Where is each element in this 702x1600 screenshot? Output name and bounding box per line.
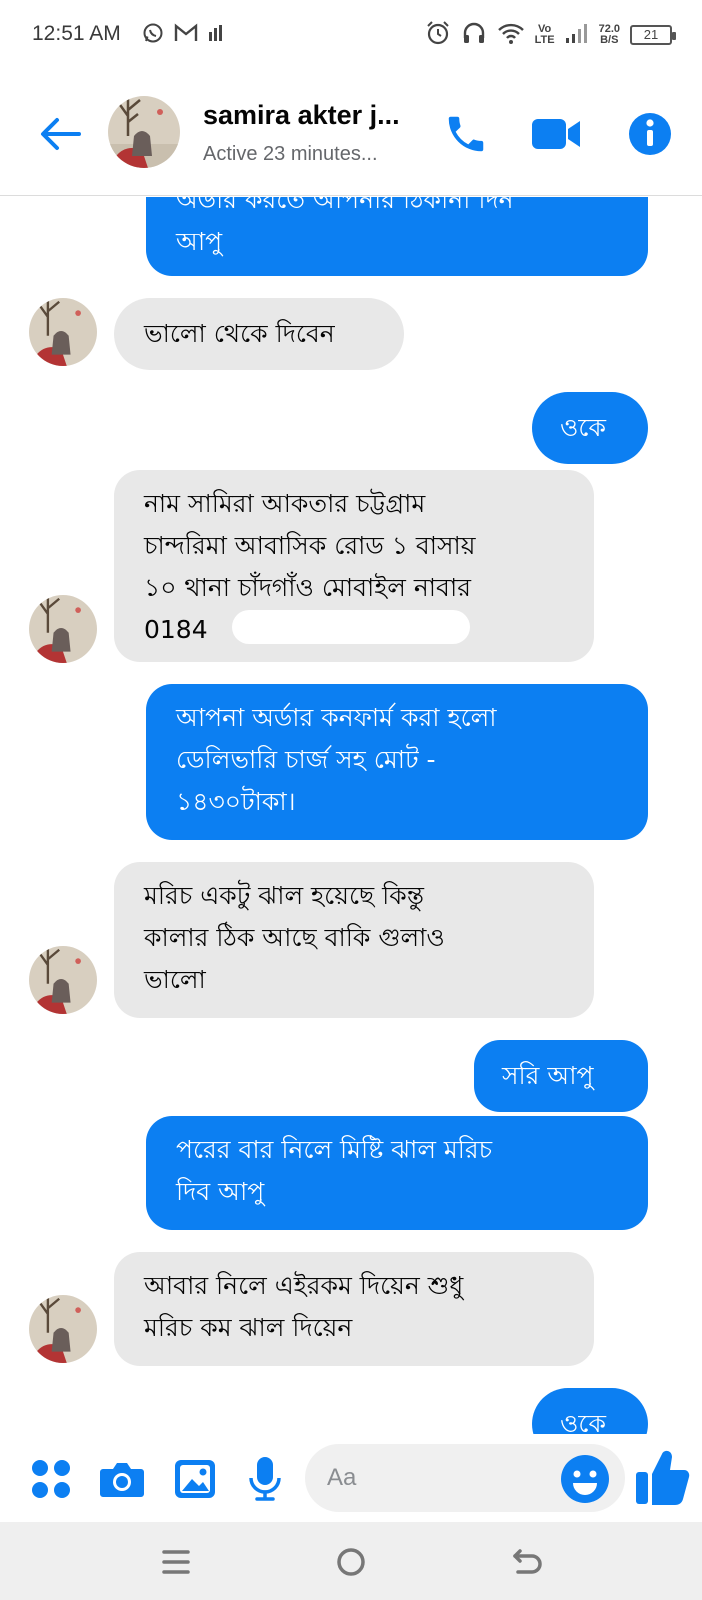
system-navigation-bar [0, 1522, 702, 1600]
home-icon[interactable] [327, 1538, 375, 1586]
status-bar: 12:51 AM Vo LTE 72.0 B/S 21 [0, 0, 702, 70]
message-composer [0, 1434, 702, 1522]
message-bubble-outgoing[interactable]: ওকে [532, 392, 648, 464]
message-bubble-outgoing[interactable]: আপনা অর্ডার কনফার্ম করা হলো ডেলিভারি চার… [146, 684, 648, 840]
alarm-icon [425, 20, 451, 50]
contact-name[interactable]: samira akter j... [203, 100, 400, 131]
message-bubble-outgoing[interactable]: সরি আপু [474, 1040, 648, 1112]
message-bubble-outgoing[interactable]: পরের বার নিলে মিষ্টি ঝাল মরিচ দিব আপু [146, 1116, 648, 1230]
wifi-icon [497, 21, 525, 49]
message-bubble-incoming[interactable]: মরিচ একটু ঝাল হয়েছে কিন্তু কালার ঠিক আছ… [114, 862, 594, 1018]
sender-avatar[interactable] [29, 1295, 97, 1363]
status-time: 12:51 AM [32, 22, 121, 45]
sender-avatar[interactable] [29, 298, 97, 366]
microphone-icon[interactable] [240, 1454, 290, 1504]
status-system-icons: Vo LTE 72.0 B/S 21 [425, 20, 676, 50]
status-notification-icons [142, 22, 224, 48]
signal-bars-icon [208, 24, 224, 46]
phone-call-icon[interactable] [440, 108, 492, 160]
message-bubble-incoming[interactable]: আবার নিলে এইরকম দিয়েন শুধু মরিচ কম ঝাল … [114, 1252, 594, 1366]
message-bubble-incoming[interactable]: নাম সামিরা আকতার চট্টগ্রাম চান্দরিমা আবা… [114, 470, 594, 662]
video-call-icon[interactable] [530, 108, 582, 160]
contact-avatar[interactable] [108, 96, 180, 168]
battery-icon: 21 [630, 25, 676, 45]
message-bubble-incoming[interactable]: ভালো থেকে দিবেন [114, 298, 404, 370]
message-thread[interactable]: অডার করতে আপনার ঠিকানা দিন আপু ভালো থেকে… [0, 197, 702, 1434]
sender-avatar[interactable] [29, 946, 97, 1014]
contact-active-status: Active 23 minutes... [203, 143, 378, 165]
menu-grid-icon[interactable] [26, 1454, 76, 1504]
back-arrow-icon[interactable] [36, 110, 84, 158]
message-bubble-outgoing[interactable]: অডার করতে আপনার ঠিকানা দিন আপু [146, 197, 648, 276]
conversation-header: samira akter j... Active 23 minutes... [0, 70, 702, 196]
network-type: Vo LTE [534, 23, 555, 46]
redacted-phone-number [232, 610, 470, 644]
cell-signal-icon [565, 22, 589, 48]
whatsapp-icon [142, 22, 164, 48]
recent-apps-icon[interactable] [152, 1538, 200, 1586]
gmail-icon [174, 23, 198, 47]
message-bubble-outgoing[interactable]: ওকে [532, 1388, 648, 1434]
emoji-icon[interactable] [560, 1454, 610, 1504]
back-icon[interactable] [504, 1538, 552, 1586]
thumbs-up-icon[interactable] [632, 1446, 692, 1508]
info-icon[interactable] [624, 108, 676, 160]
sender-avatar[interactable] [29, 595, 97, 663]
headphones-icon [461, 20, 487, 50]
network-speed: 72.0 B/S [598, 23, 620, 46]
camera-icon[interactable] [97, 1454, 147, 1504]
gallery-icon[interactable] [170, 1454, 220, 1504]
